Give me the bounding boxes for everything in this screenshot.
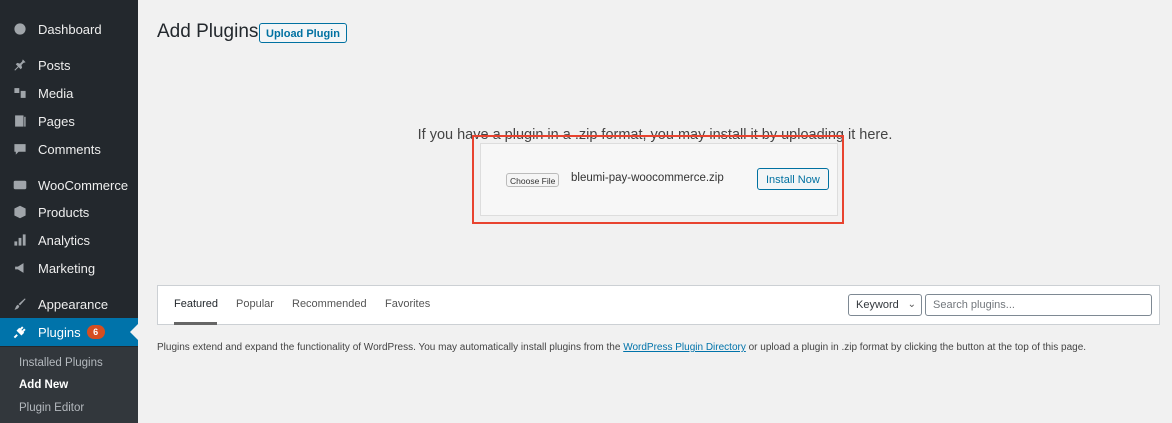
megaphone-icon <box>13 261 27 275</box>
submenu-plugin-editor[interactable]: Plugin Editor <box>19 402 84 414</box>
media-icon <box>13 86 27 100</box>
menu-item-analytics[interactable]: Analytics <box>0 226 138 254</box>
pin-icon <box>13 58 27 72</box>
plugin-icon <box>13 325 27 339</box>
menu-item-posts[interactable]: Posts <box>0 51 138 79</box>
description-text-end: or upload a plugin in .zip format by cli… <box>745 342 1087 353</box>
search-type-select[interactable]: Keyword ⌄ <box>848 294 922 316</box>
menu-item-products[interactable]: Products <box>0 198 138 226</box>
menu-label: Media <box>38 85 74 101</box>
menu-item-marketing[interactable]: Marketing <box>0 254 138 282</box>
page-title: Add Plugins <box>157 21 259 42</box>
active-tab-underline <box>174 322 217 325</box>
tab-recommended[interactable]: Recommended <box>292 298 367 310</box>
menu-label: WooCommerce <box>38 177 129 193</box>
dashboard-icon <box>13 22 27 36</box>
menu-label: Analytics <box>38 232 91 248</box>
menu-item-woocommerce[interactable]: WooCommerce <box>0 171 138 199</box>
install-now-button[interactable]: Install Now <box>757 168 829 190</box>
menu-label: Products <box>38 204 90 220</box>
menu-label: Plugins <box>38 324 81 340</box>
menu-item-media[interactable]: Media <box>0 79 138 107</box>
plugins-description: Plugins extend and expand the functional… <box>157 340 1162 356</box>
comment-icon <box>13 142 27 156</box>
selected-file-name: bleumi-pay-woocommerce.zip <box>571 172 724 184</box>
tab-featured[interactable]: Featured <box>174 298 218 310</box>
menu-item-dashboard[interactable]: Dashboard <box>0 15 138 43</box>
menu-label: Posts <box>38 57 71 73</box>
menu-item-appearance[interactable]: Appearance <box>0 290 138 318</box>
tab-favorites[interactable]: Favorites <box>385 298 430 310</box>
tab-popular[interactable]: Popular <box>236 298 274 310</box>
submenu-add-new[interactable]: Add New <box>19 379 68 391</box>
choose-file-button[interactable]: Choose File <box>506 173 560 187</box>
pages-icon <box>13 114 27 128</box>
menu-item-plugins[interactable]: Plugins 6 <box>0 318 138 346</box>
search-plugins-input[interactable] <box>925 294 1152 316</box>
description-text-start: Plugins extend and expand the functional… <box>157 342 624 353</box>
brush-icon <box>13 297 27 311</box>
chevron-down-icon: ⌄ <box>907 299 916 310</box>
submenu-installed-plugins[interactable]: Installed Plugins <box>19 357 103 369</box>
update-count-badge: 6 <box>86 325 105 339</box>
menu-label: Comments <box>38 141 101 157</box>
menu-label: Appearance <box>38 296 109 312</box>
woo-icon <box>13 178 27 192</box>
menu-label: Dashboard <box>38 21 102 37</box>
plugin-directory-link[interactable]: WordPress Plugin Directory <box>623 342 746 353</box>
upload-plugin-button[interactable]: Upload Plugin <box>259 23 347 43</box>
bar-chart-icon <box>13 233 27 247</box>
plugins-submenu: Installed Plugins Add New Plugin Editor <box>0 347 138 423</box>
search-type-value: Keyword <box>856 299 899 311</box>
archive-icon <box>13 205 27 219</box>
admin-sidebar: Dashboard Posts Media Pages Comments Woo… <box>0 0 138 423</box>
menu-label: Marketing <box>38 260 96 276</box>
